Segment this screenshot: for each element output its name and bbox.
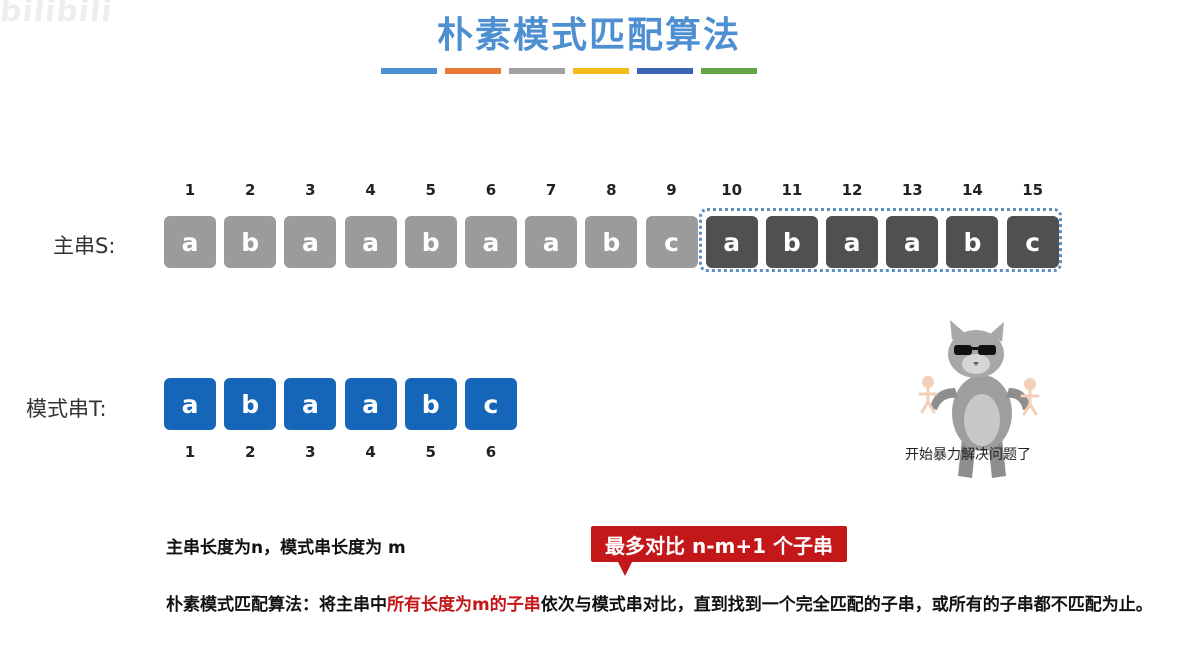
pattern-string-index: 3 [305, 443, 316, 461]
main-string-cell: a [284, 216, 337, 268]
pattern-string-index: 6 [485, 443, 497, 461]
pattern-string-index: 5 [425, 443, 436, 461]
substring-highlight-box [699, 208, 1062, 272]
pattern-string-cell: a [164, 378, 216, 430]
main-string-index: 10 [721, 181, 743, 199]
pattern-string-index: 4 [365, 443, 376, 461]
main-string-index: 2 [244, 181, 256, 199]
callout-tail [618, 562, 632, 576]
main-string-index: 7 [545, 181, 557, 199]
main-string-index: 11 [781, 181, 803, 199]
pattern-string-indices: 1 2 3 4 5 6 [164, 443, 525, 461]
main-string-index: 4 [365, 181, 376, 199]
pattern-string-cell: a [344, 378, 397, 430]
title-color-bar [381, 68, 757, 74]
main-string-cell: a [464, 216, 517, 268]
color-bar-segment [445, 68, 501, 74]
main-string-cell: c [645, 216, 698, 268]
main-string-index: 1 [184, 181, 196, 199]
pattern-string-cell: b [404, 378, 457, 430]
color-bar-segment [637, 68, 693, 74]
main-string-index: 6 [485, 181, 497, 199]
main-string-label: 主串S: [53, 234, 116, 258]
cat-caption: 开始暴力解决问题了 [905, 447, 1031, 463]
main-string-cell: a [164, 216, 216, 268]
main-string-index: 14 [962, 181, 983, 199]
pattern-string-index: 2 [244, 443, 256, 461]
color-bar-segment [573, 68, 629, 74]
pattern-string-cell: b [224, 378, 277, 430]
main-string-index: 5 [425, 181, 436, 199]
length-description: 主串长度为n，模式串长度为 m [166, 538, 406, 558]
color-bar-segment [509, 68, 565, 74]
main-string-index: 12 [841, 181, 863, 199]
pattern-string-index: 1 [184, 443, 196, 461]
main-string-cell: a [344, 216, 397, 268]
color-bar-segment [701, 68, 757, 74]
main-string-index: 8 [606, 181, 617, 199]
page-title: 朴素模式匹配算法 [436, 15, 741, 56]
main-string-cell: b [404, 216, 457, 268]
main-string-indices: 1 2 3 4 5 6 7 8 9 10 11 12 13 14 15 [164, 181, 1067, 199]
pattern-string-cell: a [284, 378, 337, 430]
pattern-string-cell: c [464, 378, 517, 430]
pattern-string-label: 模式串T: [26, 397, 107, 421]
main-string-cell: b [585, 216, 638, 268]
callout-max-comparisons: 最多对比 n-m+1 个子串 [591, 526, 847, 562]
main-string-cell: b [224, 216, 277, 268]
color-bar-segment [381, 68, 437, 74]
main-string-index: 3 [305, 181, 316, 199]
algorithm-description-highlight: 所有长度为m的子串 [387, 595, 541, 615]
algorithm-description-part3: 依次与模式串对比，直到找到一个完全匹配的子串，或所有的子串都不匹配为止。 [540, 595, 1153, 615]
main-string-index: 9 [666, 181, 677, 199]
algorithm-description-part1: 朴素模式匹配算法：将主串中 [166, 595, 387, 615]
main-string-index: 13 [901, 181, 923, 199]
main-string-cell: a [525, 216, 578, 268]
algorithm-description: 朴素模式匹配算法：将主串中所有长度为m的子串依次与模式串对比，直到找到一个完全匹… [166, 591, 1156, 620]
pattern-string-cells: abaabc [164, 378, 525, 430]
main-string-index: 15 [1022, 181, 1044, 199]
slide: bilibili 朴素模式匹配算法 1 2 3 4 5 6 7 8 9 10 11 12 13 14 15 … [0, 0, 1178, 662]
